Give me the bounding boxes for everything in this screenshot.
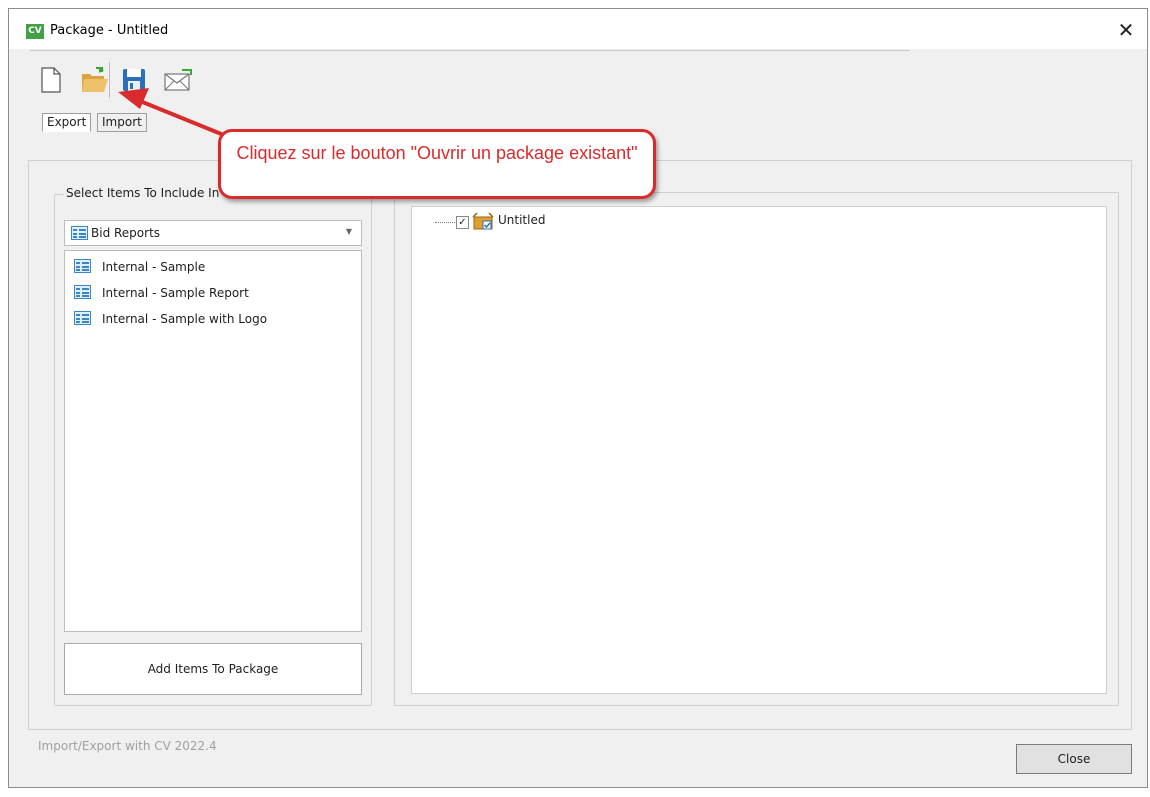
- annotation-arrow: [118, 88, 237, 142]
- tutorial-callout: Cliquez sur le bouton "Ouvrir un package…: [218, 129, 656, 199]
